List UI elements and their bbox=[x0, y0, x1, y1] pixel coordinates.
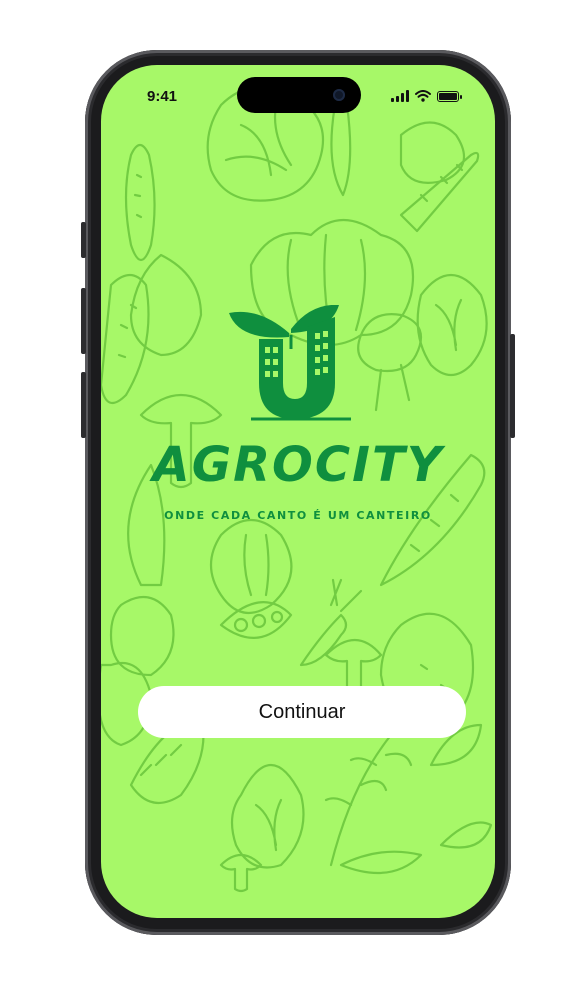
dynamic-island bbox=[237, 77, 361, 113]
agrocity-logo bbox=[229, 305, 351, 421]
brand-name: AGROCITY bbox=[152, 437, 444, 493]
volume-up-button bbox=[81, 288, 86, 354]
wifi-icon bbox=[415, 90, 431, 102]
app-screen: 9:41 AGROCITY ONDE CADA CANTO É UM CANTE… bbox=[101, 65, 495, 918]
brand-tagline: ONDE CADA CANTO É UM CANTEIRO bbox=[164, 509, 432, 522]
cellular-signal-icon bbox=[391, 90, 409, 102]
power-button bbox=[510, 334, 515, 438]
status-icons bbox=[391, 90, 462, 102]
camera-icon bbox=[333, 89, 345, 101]
continue-button[interactable]: Continuar bbox=[138, 686, 466, 738]
volume-down-button bbox=[81, 372, 86, 438]
status-time: 9:41 bbox=[147, 88, 178, 105]
battery-icon bbox=[437, 90, 462, 102]
action-button bbox=[81, 222, 86, 258]
